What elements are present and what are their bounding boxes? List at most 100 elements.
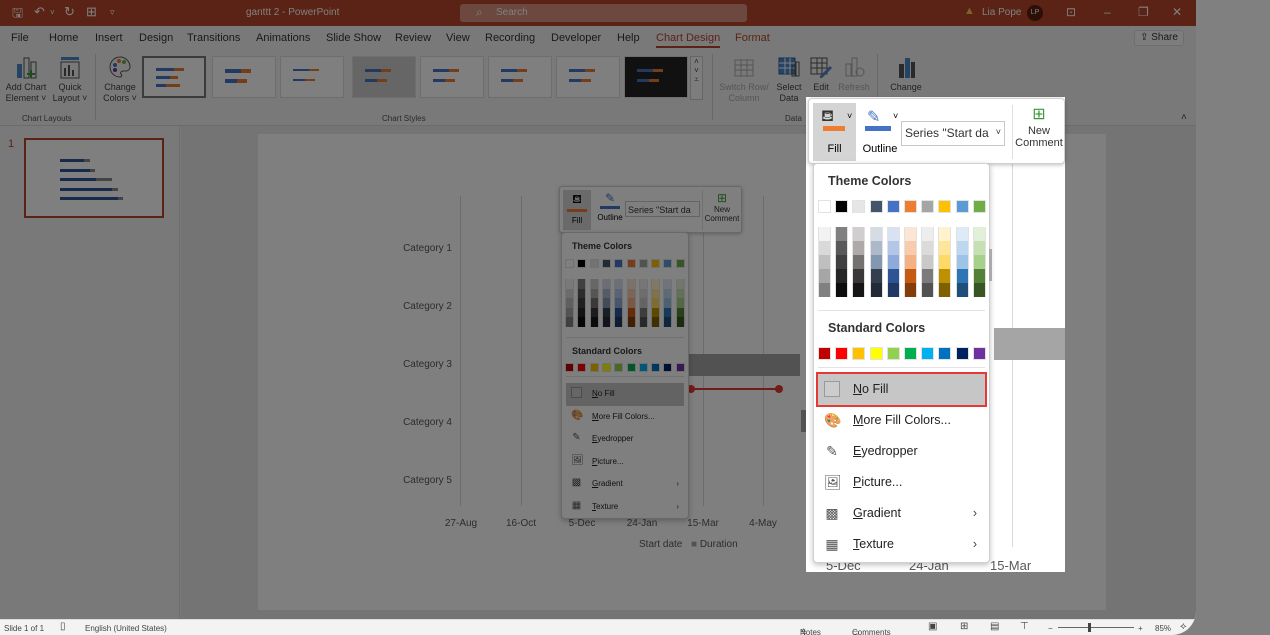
theme-color-swatch[interactable]	[852, 200, 866, 213]
standard-color-swatch[interactable]	[601, 363, 611, 372]
fill-button-small[interactable]: ⛾ Fill	[563, 190, 591, 230]
theme-shade-swatch[interactable]	[886, 269, 900, 283]
theme-shade-swatch[interactable]	[818, 283, 831, 297]
theme-color-swatch[interactable]	[651, 259, 661, 268]
theme-shade-swatch[interactable]	[904, 283, 917, 297]
theme-shade-swatch[interactable]	[663, 279, 673, 289]
standard-color-swatch[interactable]	[626, 363, 636, 372]
theme-shade-swatch[interactable]	[938, 255, 952, 269]
theme-shade-swatch[interactable]	[638, 279, 648, 289]
theme-shade-swatch[interactable]	[651, 279, 661, 289]
theme-shade-swatch[interactable]	[869, 255, 883, 269]
series-select-small[interactable]: Series "Start da	[625, 201, 700, 217]
fill-dropdown-arrow-icon[interactable]: ˅	[847, 111, 852, 121]
standard-color-swatch[interactable]	[638, 363, 648, 372]
theme-shade-swatch[interactable]	[921, 241, 935, 255]
theme-shade-swatch[interactable]	[651, 298, 661, 308]
theme-shade-swatch[interactable]	[818, 255, 831, 269]
accessibility-icon[interactable]: ▯	[60, 621, 66, 632]
theme-color-swatch[interactable]	[663, 259, 673, 268]
theme-color-swatch[interactable]	[869, 200, 883, 213]
theme-shade-swatch[interactable]	[589, 307, 599, 317]
standard-color-swatch[interactable]	[589, 363, 599, 372]
theme-shade-swatch[interactable]	[972, 283, 986, 297]
theme-shade-swatch[interactable]	[626, 317, 636, 327]
gallery-up-icon[interactable]: ˄	[691, 57, 702, 66]
chart-style-7[interactable]	[556, 56, 620, 98]
dropdown-scrollbar[interactable]	[989, 249, 992, 281]
theme-shade-swatch[interactable]	[972, 227, 986, 241]
theme-shade-swatch[interactable]	[904, 241, 917, 255]
restore-icon[interactable]: ❐	[1138, 5, 1149, 19]
tab-file[interactable]: File	[11, 32, 29, 44]
theme-shade-swatch[interactable]	[921, 269, 935, 283]
theme-shade-swatch[interactable]	[589, 279, 599, 289]
theme-shade-swatch[interactable]	[651, 288, 661, 298]
theme-color-swatch[interactable]	[626, 259, 636, 268]
tab-help[interactable]: Help	[617, 32, 640, 44]
collapse-ribbon-icon[interactable]: ˄	[1181, 112, 1187, 123]
theme-shade-swatch[interactable]	[818, 241, 831, 255]
theme-shade-swatch[interactable]	[938, 227, 952, 241]
tab-transitions[interactable]: Transitions	[187, 32, 240, 44]
theme-shade-swatch[interactable]	[565, 298, 574, 308]
zoom-out-icon[interactable]: −	[1048, 624, 1053, 633]
standard-color-swatch[interactable]	[972, 347, 986, 360]
theme-shade-swatch[interactable]	[663, 307, 673, 317]
theme-shade-swatch[interactable]	[651, 317, 661, 327]
menu-item-gradient[interactable]: ▩ Gradient ›	[566, 473, 684, 496]
theme-shade-swatch[interactable]	[938, 269, 952, 283]
standard-color-swatch[interactable]	[835, 347, 849, 360]
theme-shade-swatch[interactable]	[651, 307, 661, 317]
theme-shade-swatch[interactable]	[835, 269, 849, 283]
ribbon-display-icon[interactable]: ⊡	[1066, 5, 1076, 19]
standard-color-swatch[interactable]	[675, 363, 685, 372]
theme-shade-swatch[interactable]	[626, 298, 636, 308]
save-icon[interactable]: 🖫	[12, 4, 23, 26]
theme-shade-swatch[interactable]	[601, 307, 611, 317]
theme-color-swatch[interactable]	[589, 259, 599, 268]
menu-item-eyedropper[interactable]: ✎ Eyedropper	[566, 428, 684, 451]
theme-shade-swatch[interactable]	[852, 283, 866, 297]
menu-item-picture[interactable]: 🖼 Picture...	[566, 451, 684, 474]
duration-bar[interactable]	[688, 354, 800, 376]
theme-shade-swatch[interactable]	[589, 317, 599, 327]
theme-shade-swatch[interactable]	[835, 283, 849, 297]
theme-color-swatch[interactable]	[955, 200, 969, 213]
theme-shade-swatch[interactable]	[675, 288, 685, 298]
gallery-more-icon[interactable]: ⩡	[691, 75, 702, 85]
theme-shade-swatch[interactable]	[663, 317, 673, 327]
chart-style-1[interactable]	[142, 56, 206, 98]
theme-shade-swatch[interactable]	[818, 269, 831, 283]
slide-thumbnail[interactable]	[24, 138, 164, 218]
theme-shade-swatch[interactable]	[852, 269, 866, 283]
theme-shade-swatch[interactable]	[904, 255, 917, 269]
theme-shade-swatch[interactable]	[852, 255, 866, 269]
new-comment-button-small[interactable]: ⊞ New Comment	[703, 191, 741, 223]
theme-shade-swatch[interactable]	[614, 288, 624, 298]
reading-view-icon[interactable]: ▤	[990, 621, 999, 632]
theme-shade-swatch[interactable]	[577, 288, 587, 298]
theme-shade-swatch[interactable]	[601, 279, 611, 289]
theme-shade-swatch[interactable]	[589, 298, 599, 308]
tab-view[interactable]: View	[446, 32, 470, 44]
standard-color-swatch[interactable]	[955, 347, 969, 360]
undo-icon[interactable]: ↶	[34, 4, 45, 20]
series-select[interactable]: Series "Start da ˅	[901, 121, 1005, 146]
menu-item-gradient[interactable]: ▩ Gradient ›	[818, 498, 985, 529]
theme-color-swatch[interactable]	[601, 259, 611, 268]
standard-color-swatch[interactable]	[869, 347, 883, 360]
theme-color-swatch[interactable]	[675, 259, 685, 268]
theme-color-swatch[interactable]	[886, 200, 900, 213]
theme-shade-swatch[interactable]	[601, 317, 611, 327]
tab-design[interactable]: Design	[139, 32, 173, 44]
warning-icon[interactable]: ▲	[964, 5, 975, 17]
theme-shade-swatch[interactable]	[614, 307, 624, 317]
user-name[interactable]: Lia Pope	[982, 7, 1021, 18]
theme-shade-swatch[interactable]	[869, 241, 883, 255]
theme-shade-swatch[interactable]	[869, 283, 883, 297]
theme-color-swatch[interactable]	[835, 200, 849, 213]
theme-shade-swatch[interactable]	[565, 317, 574, 327]
theme-color-swatch[interactable]	[818, 200, 831, 213]
standard-color-swatch[interactable]	[577, 363, 587, 372]
